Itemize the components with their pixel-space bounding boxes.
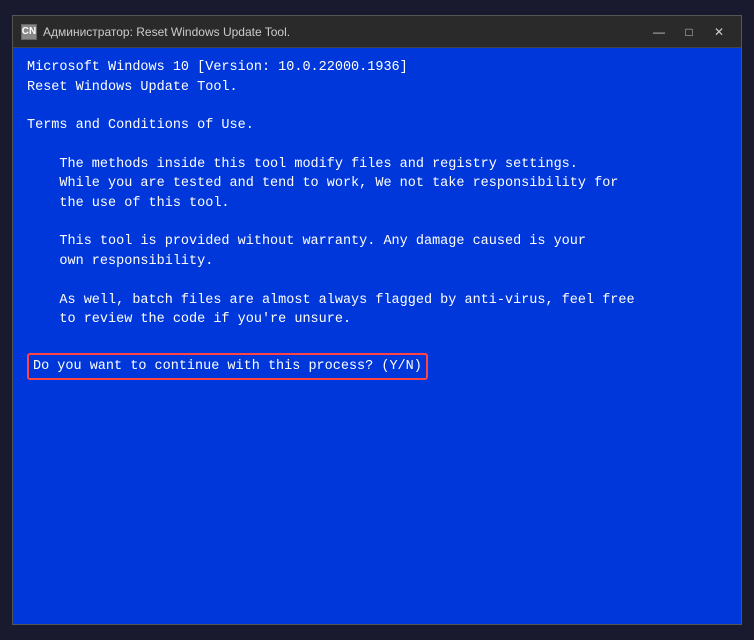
main-window: CN Администратор: Reset Windows Update T… <box>12 15 742 625</box>
console-line-6: the use of this tool. <box>27 194 727 214</box>
console-output: Microsoft Windows 10 [Version: 10.0.2200… <box>13 48 741 624</box>
title-bar: CN Администратор: Reset Windows Update T… <box>13 16 741 48</box>
prompt-text[interactable]: Do you want to continue with this proces… <box>33 359 422 374</box>
console-line-9: As well, batch files are almost always f… <box>27 291 727 311</box>
console-line-4: The methods inside this tool modify file… <box>27 155 727 175</box>
console-blank-3 <box>27 213 727 232</box>
console-line-7: This tool is provided without warranty. … <box>27 232 727 252</box>
console-blank-5 <box>27 330 727 349</box>
minimize-button[interactable]: — <box>645 21 673 43</box>
console-line-5: While you are tested and tend to work, W… <box>27 174 727 194</box>
title-bar-controls: — □ ✕ <box>645 21 733 43</box>
console-line-10: to review the code if you're unsure. <box>27 310 727 330</box>
close-button[interactable]: ✕ <box>705 21 733 43</box>
maximize-button[interactable]: □ <box>675 21 703 43</box>
console-line-1: Microsoft Windows 10 [Version: 10.0.2200… <box>27 58 727 78</box>
console-blank-1 <box>27 97 727 116</box>
console-blank-2 <box>27 136 727 155</box>
console-line-2: Reset Windows Update Tool. <box>27 78 727 98</box>
console-line-3: Terms and Conditions of Use. <box>27 116 727 136</box>
console-blank-4 <box>27 272 727 291</box>
prompt-highlight-box: Do you want to continue with this proces… <box>27 353 428 381</box>
window-icon: CN <box>21 24 37 40</box>
window-title: Администратор: Reset Windows Update Tool… <box>43 25 645 39</box>
console-line-8: own responsibility. <box>27 252 727 272</box>
